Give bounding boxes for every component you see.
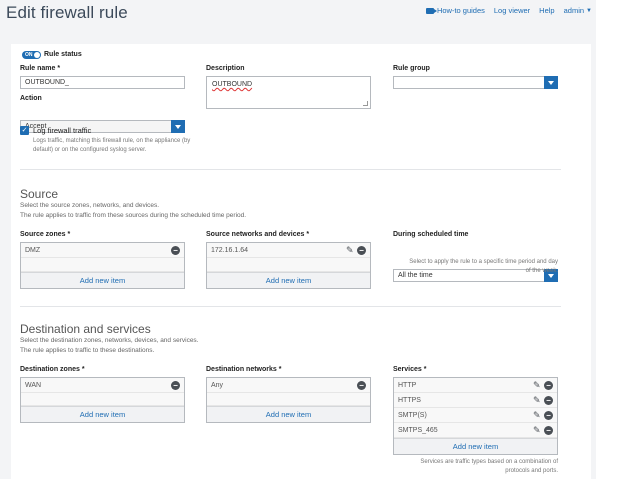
edit-pencil-icon[interactable]: ✎ (533, 426, 542, 435)
remove-icon[interactable]: − (544, 381, 553, 390)
destination-zones-list: WAN − Add new item (20, 377, 185, 423)
how-to-guides-link[interactable]: How-to guides (425, 6, 485, 15)
add-source-zone-button[interactable]: Add new item (21, 272, 184, 288)
source-zones-label: Source zones * (20, 231, 71, 238)
list-item: SMTP(S) ✎ − (394, 408, 557, 423)
list-item: HTTP ✎ − (394, 378, 557, 393)
list-empty-space (21, 258, 184, 272)
remove-icon[interactable]: − (171, 246, 180, 255)
dropdown-arrow-icon[interactable] (171, 120, 185, 133)
caret-down-icon: ▼ (586, 7, 592, 14)
list-item: Any − (207, 378, 370, 393)
source-section-description-2: The rule applies to traffic from these s… (20, 212, 247, 219)
add-source-network-button[interactable]: Add new item (207, 272, 370, 288)
source-zones-list: DMZ − Add new item (20, 242, 185, 289)
list-item: 172.16.1.64 ✎ − (207, 243, 370, 258)
resize-grip-icon (363, 101, 368, 106)
source-networks-label: Source networks and devices * (206, 231, 310, 238)
schedule-label: During scheduled time (393, 231, 469, 238)
list-item: HTTPS ✎ − (394, 393, 557, 408)
log-traffic-checkbox[interactable]: ✓ (20, 126, 29, 135)
rule-group-select[interactable] (393, 76, 558, 89)
description-textarea[interactable]: OUTBOUND (206, 76, 371, 109)
edit-pencil-icon[interactable]: ✎ (533, 381, 542, 390)
edit-pencil-icon[interactable]: ✎ (533, 411, 542, 420)
list-empty-space (21, 393, 184, 406)
edit-pencil-icon[interactable]: ✎ (346, 246, 355, 255)
add-destination-zone-button[interactable]: Add new item (21, 406, 184, 422)
rule-status-label: Rule status (44, 51, 82, 58)
remove-icon[interactable]: − (357, 381, 366, 390)
remove-icon[interactable]: − (544, 411, 553, 420)
divider (20, 169, 561, 170)
log-traffic-label: Log firewall traffic (33, 126, 92, 135)
list-empty-space (207, 258, 370, 272)
admin-menu[interactable]: admin ▼ (564, 6, 592, 15)
source-section-title: Source (20, 187, 59, 201)
schedule-help: Select to apply the rule to a specific t… (409, 259, 558, 274)
destination-section-description-2: The rule applies to traffic to these des… (20, 347, 155, 354)
add-destination-network-button[interactable]: Add new item (207, 406, 370, 422)
action-label: Action (20, 95, 42, 102)
source-networks-list: 172.16.1.64 ✎ − Add new item (206, 242, 371, 289)
divider (20, 306, 561, 307)
toggle-knob (34, 52, 40, 58)
destination-networks-list: Any − Add new item (206, 377, 371, 423)
remove-icon[interactable]: − (357, 246, 366, 255)
rule-group-label: Rule group (393, 65, 430, 72)
list-item: SMTPS_465 ✎ − (394, 423, 557, 438)
destination-networks-label: Destination networks * (206, 366, 282, 373)
edit-pencil-icon[interactable]: ✎ (533, 396, 542, 405)
add-service-button[interactable]: Add new item (394, 438, 557, 454)
remove-icon[interactable]: − (171, 381, 180, 390)
log-viewer-link[interactable]: Log viewer (494, 6, 530, 15)
dropdown-arrow-icon[interactable] (544, 76, 558, 89)
destination-section-description: Select the destination zones, networks, … (20, 337, 199, 344)
source-section-description: Select the source zones, networks, and d… (20, 202, 160, 209)
list-item: WAN − (21, 378, 184, 393)
services-list: HTTP ✎ − HTTPS ✎ − SMTP(S) ✎ − SMTPS_465… (393, 377, 558, 455)
list-empty-space (207, 393, 370, 406)
description-text: OUTBOUND (212, 81, 253, 88)
rule-form-panel: ON Rule status Rule name * OUTBOUND_ Des… (11, 44, 591, 479)
video-camera-icon (425, 7, 437, 14)
services-label: Services * (393, 366, 427, 373)
list-item: DMZ − (21, 243, 184, 258)
destination-section-title: Destination and services (20, 322, 151, 336)
rule-name-label: Rule name * (20, 65, 61, 72)
page-title: Edit firewall rule (6, 3, 128, 22)
description-label: Description (206, 65, 245, 72)
destination-zones-label: Destination zones * (20, 366, 85, 373)
rule-status-toggle[interactable]: ON (22, 51, 41, 59)
remove-icon[interactable]: − (544, 396, 553, 405)
top-navigation: How-to guides Log viewer Help admin ▼ (417, 6, 592, 15)
rule-name-input[interactable]: OUTBOUND_ (20, 76, 185, 89)
help-link[interactable]: Help (539, 6, 554, 15)
remove-icon[interactable]: − (544, 426, 553, 435)
log-traffic-help: Logs traffic, matching this firewall rul… (33, 138, 191, 153)
services-help: Services are traffic types based on a co… (420, 459, 558, 474)
